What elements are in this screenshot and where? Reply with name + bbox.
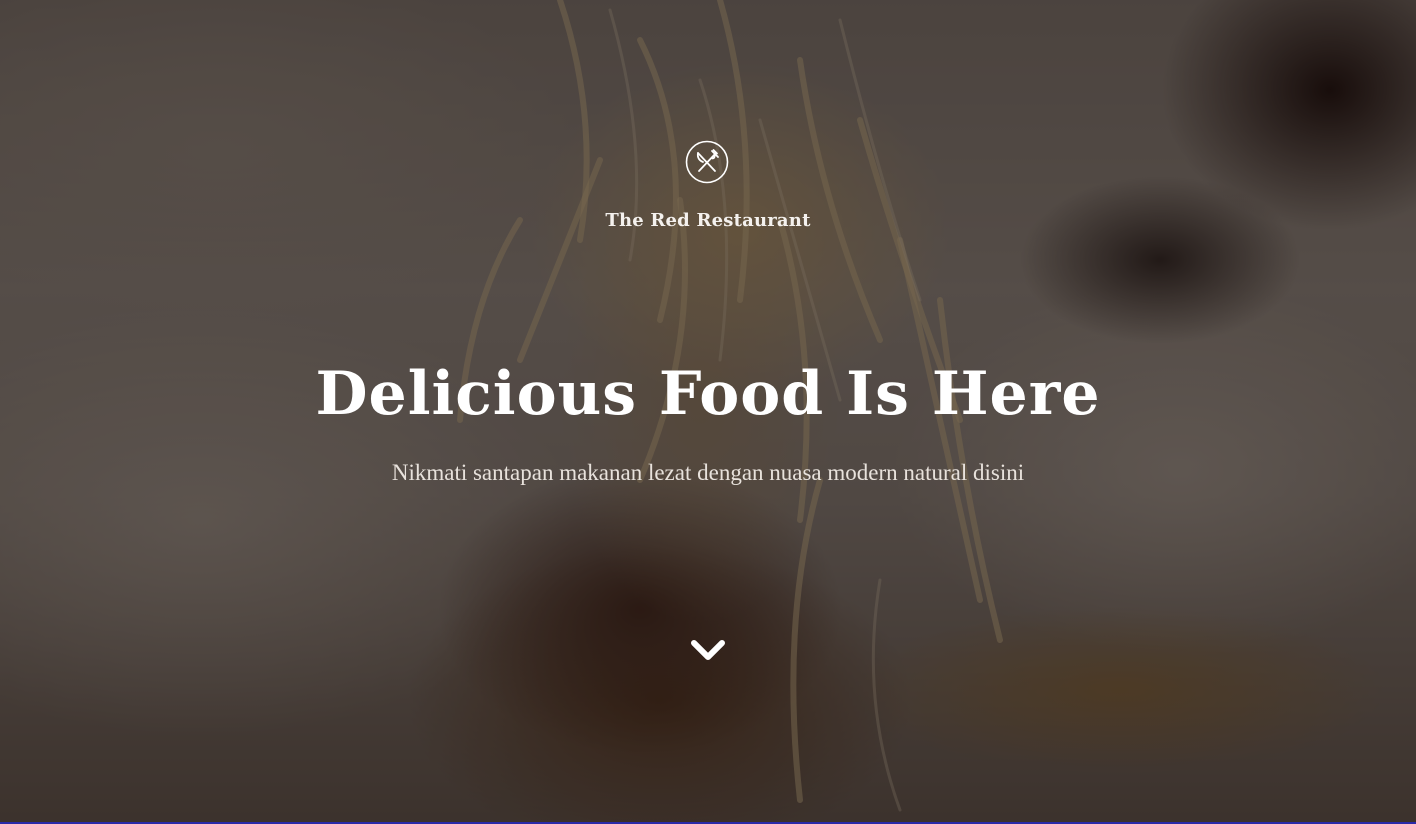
scroll-down-button[interactable]: [690, 636, 726, 666]
hero-headline: Delicious Food Is Here: [315, 359, 1101, 429]
brand-name: The Red Restaurant: [605, 210, 811, 231]
hero-tagline: Nikmati santapan makanan lezat dengan nu…: [391, 460, 1025, 485]
hero-section: The Red Restaurant Delicious Food Is Her…: [0, 0, 1416, 824]
hero-content: The Red Restaurant Delicious Food Is Her…: [0, 0, 1416, 824]
chevron-down-icon: [691, 640, 725, 660]
fork-knife-icon: [685, 140, 729, 184]
